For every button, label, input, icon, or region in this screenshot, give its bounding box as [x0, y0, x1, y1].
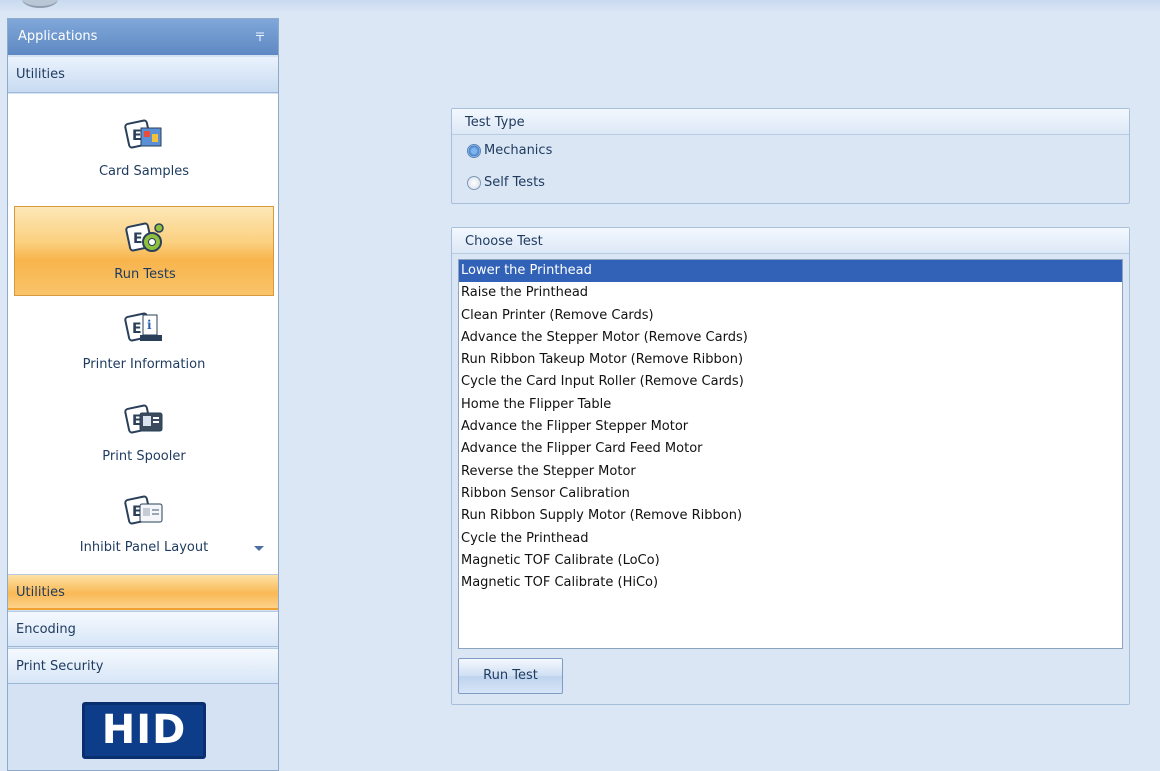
tool-label: Inhibit Panel Layout — [79, 540, 209, 555]
nav-encoding[interactable]: Encoding — [8, 611, 278, 647]
test-type-panel: Test Type Mechanics Self Tests — [451, 108, 1130, 204]
tool-label: Print Spooler — [102, 449, 186, 464]
tool-list: E Card Samples E Run Tests E i Printer I… — [8, 94, 278, 580]
sidebar: Applications 〒 Utilities E Card Samples … — [7, 18, 279, 771]
list-item[interactable]: Advance the Flipper Stepper Motor — [459, 416, 1122, 438]
applications-header: Applications 〒 — [8, 19, 278, 55]
card-samples-icon: E — [124, 119, 162, 149]
choose-test-panel: Choose Test Lower the Printhead Raise th… — [451, 227, 1130, 705]
scroll-down-icon[interactable] — [254, 546, 264, 551]
radio-label: Self Tests — [484, 175, 545, 190]
hid-logo: HID — [82, 702, 206, 759]
applications-header-label: Applications — [18, 29, 98, 44]
inhibit-panel-layout-icon: E — [124, 495, 163, 525]
svg-text:E: E — [132, 321, 142, 337]
svg-text:E: E — [132, 128, 142, 144]
radio-checked-icon[interactable] — [467, 143, 481, 158]
list-item[interactable]: Run Ribbon Takeup Motor (Remove Ribbon) — [459, 349, 1122, 371]
application-orb[interactable] — [22, 0, 58, 8]
test-listbox[interactable]: Lower the Printhead Raise the Printhead … — [458, 259, 1123, 649]
radio-label: Mechanics — [484, 143, 553, 158]
choose-test-title: Choose Test — [452, 228, 1129, 254]
list-item[interactable]: Cycle the Printhead — [459, 528, 1122, 550]
list-item[interactable]: Ribbon Sensor Calibration — [459, 483, 1122, 505]
logo-area: HID — [8, 699, 278, 769]
tool-run-tests[interactable]: E Run Tests — [14, 206, 274, 296]
pin-icon[interactable]: 〒 — [254, 28, 266, 45]
svg-text:i: i — [147, 318, 152, 332]
list-item[interactable]: Lower the Printhead — [459, 260, 1122, 283]
list-item[interactable]: Cycle the Card Input Roller (Remove Card… — [459, 371, 1122, 393]
list-item[interactable]: Advance the Stepper Motor (Remove Cards) — [459, 327, 1122, 349]
tool-print-spooler[interactable]: E Print Spooler — [14, 389, 274, 479]
list-item[interactable]: Home the Flipper Table — [459, 394, 1122, 416]
list-item[interactable]: Run Ribbon Supply Motor (Remove Ribbon) — [459, 505, 1122, 527]
list-item[interactable]: Advance the Flipper Card Feed Motor — [459, 438, 1122, 460]
run-test-button[interactable]: Run Test — [458, 658, 563, 694]
tool-card-samples[interactable]: E Card Samples — [14, 104, 274, 194]
print-spooler-icon: E — [124, 404, 163, 434]
svg-text:E: E — [133, 231, 143, 247]
nav-print-security[interactable]: Print Security — [8, 648, 278, 684]
tool-printer-information[interactable]: E i Printer Information — [14, 297, 274, 387]
list-item[interactable]: Magnetic TOF Calibrate (LoCo) — [459, 550, 1122, 572]
printer-information-icon: E i — [124, 312, 162, 342]
utilities-section-header[interactable]: Utilities — [8, 57, 278, 93]
list-item[interactable]: Raise the Printhead — [459, 282, 1122, 304]
tool-label: Printer Information — [82, 357, 206, 372]
radio-mechanics[interactable]: Mechanics — [467, 143, 552, 163]
radio-unchecked-icon[interactable] — [467, 175, 481, 190]
list-item[interactable]: Magnetic TOF Calibrate (HiCo) — [459, 572, 1122, 594]
list-item[interactable]: Clean Printer (Remove Cards) — [459, 305, 1122, 327]
nav-utilities[interactable]: Utilities — [8, 574, 278, 610]
tool-label: Run Tests — [114, 267, 176, 282]
tool-label: Card Samples — [98, 164, 190, 179]
run-tests-icon: E — [125, 222, 164, 252]
test-type-title: Test Type — [452, 109, 1129, 135]
title-strip — [0, 0, 1160, 14]
tool-inhibit-panel-layout[interactable]: E Inhibit Panel Layout — [14, 480, 274, 570]
radio-self-tests[interactable]: Self Tests — [467, 175, 545, 195]
list-item[interactable]: Reverse the Stepper Motor — [459, 461, 1122, 483]
